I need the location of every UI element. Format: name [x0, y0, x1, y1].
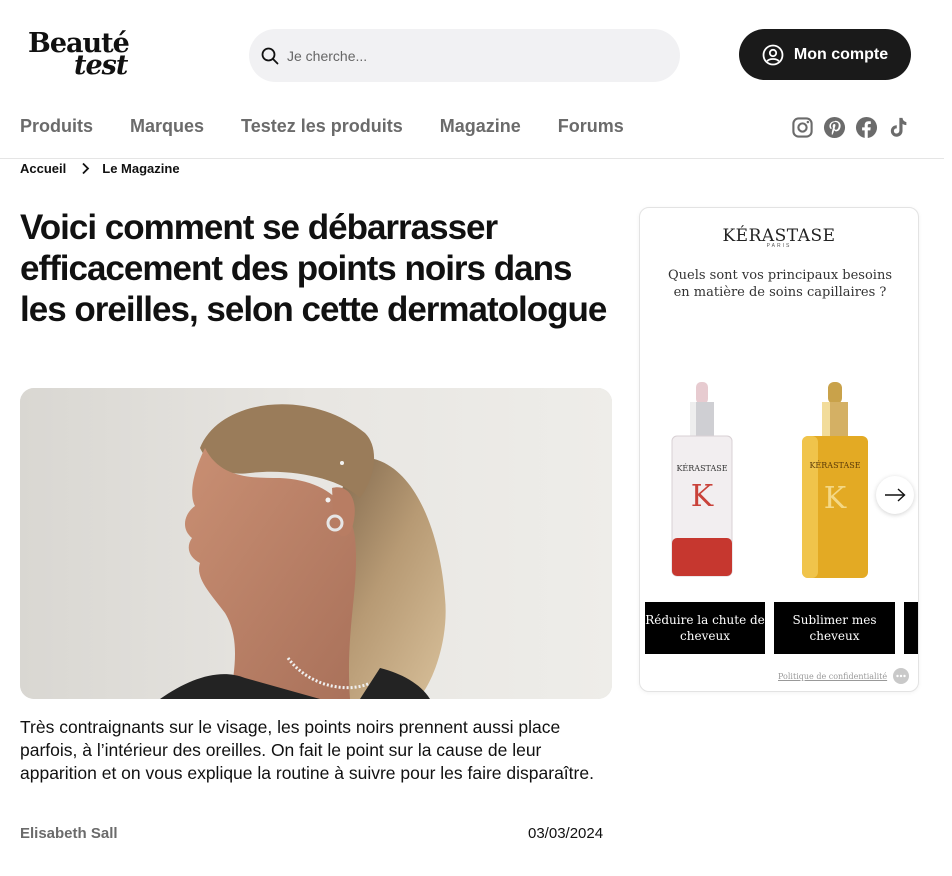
- product-serum-letter: K: [691, 479, 714, 514]
- tiktok-icon[interactable]: [887, 116, 910, 139]
- social-links: [791, 116, 910, 139]
- article-hero-image: [20, 388, 612, 699]
- breadcrumb-current[interactable]: Le Magazine: [102, 161, 179, 176]
- carousel-next-button[interactable]: [876, 476, 914, 514]
- account-label: Mon compte: [793, 45, 889, 63]
- site-logo[interactable]: Beauté test: [28, 28, 138, 81]
- ad-choice-sublimate[interactable]: Sublimer mes cheveux: [774, 602, 895, 654]
- ad-privacy-link[interactable]: Politique de confidentialité: [778, 672, 887, 681]
- logo-line-2: test: [74, 50, 128, 81]
- nav-item-marques[interactable]: Marques: [130, 116, 204, 137]
- header-divider: [0, 158, 944, 159]
- article-author[interactable]: Elisabeth Sall: [20, 825, 118, 842]
- breadcrumb-home[interactable]: Accueil: [20, 161, 66, 176]
- search-input[interactable]: [287, 47, 667, 64]
- instagram-icon[interactable]: [791, 116, 814, 139]
- more-options-icon[interactable]: [893, 668, 909, 684]
- ad-question: Quels sont vos principaux besoins en mat…: [667, 268, 892, 300]
- search-bar[interactable]: [249, 29, 680, 82]
- ad-choice-partial[interactable]: [904, 602, 918, 654]
- ad-panel[interactable]: KÉRASTASE PARIS Quels sont vos principau…: [639, 207, 919, 692]
- article-date: 03/03/2024: [528, 825, 604, 842]
- nav-item-produits[interactable]: Produits: [20, 116, 93, 137]
- product-oil-image: KÉRASTASE K: [802, 382, 868, 578]
- facebook-icon[interactable]: [855, 116, 878, 139]
- account-button[interactable]: Mon compte: [739, 29, 911, 80]
- breadcrumb: Accueil Le Magazine: [20, 160, 180, 177]
- search-icon: [261, 47, 279, 65]
- nav-item-forums[interactable]: Forums: [558, 116, 624, 137]
- ad-product-carousel: KÉRASTASE K KÉRASTASE K: [660, 378, 905, 588]
- product-serum-label: KÉRASTASE: [676, 464, 727, 473]
- product-oil-letter: K: [824, 481, 847, 516]
- pinterest-icon[interactable]: [823, 116, 846, 139]
- article-lead: Très contraignants sur le visage, les po…: [20, 717, 594, 783]
- product-oil-label: KÉRASTASE: [809, 461, 860, 470]
- arrow-right-icon: [885, 488, 906, 502]
- product-serum-image: KÉRASTASE K: [671, 382, 733, 577]
- article-title: Voici comment se débarrasser efficacemen…: [20, 208, 607, 329]
- ad-choice-hair-loss[interactable]: Réduire la chute de cheveux: [645, 602, 765, 654]
- nav-item-testez[interactable]: Testez les produits: [241, 116, 403, 137]
- user-icon: [762, 44, 784, 66]
- main-nav: Produits Marques Testez les produits Mag…: [20, 116, 624, 137]
- ad-brand-subtitle: PARIS: [766, 243, 792, 249]
- nav-item-magazine[interactable]: Magazine: [440, 116, 521, 137]
- chevron-right-icon: [81, 162, 90, 175]
